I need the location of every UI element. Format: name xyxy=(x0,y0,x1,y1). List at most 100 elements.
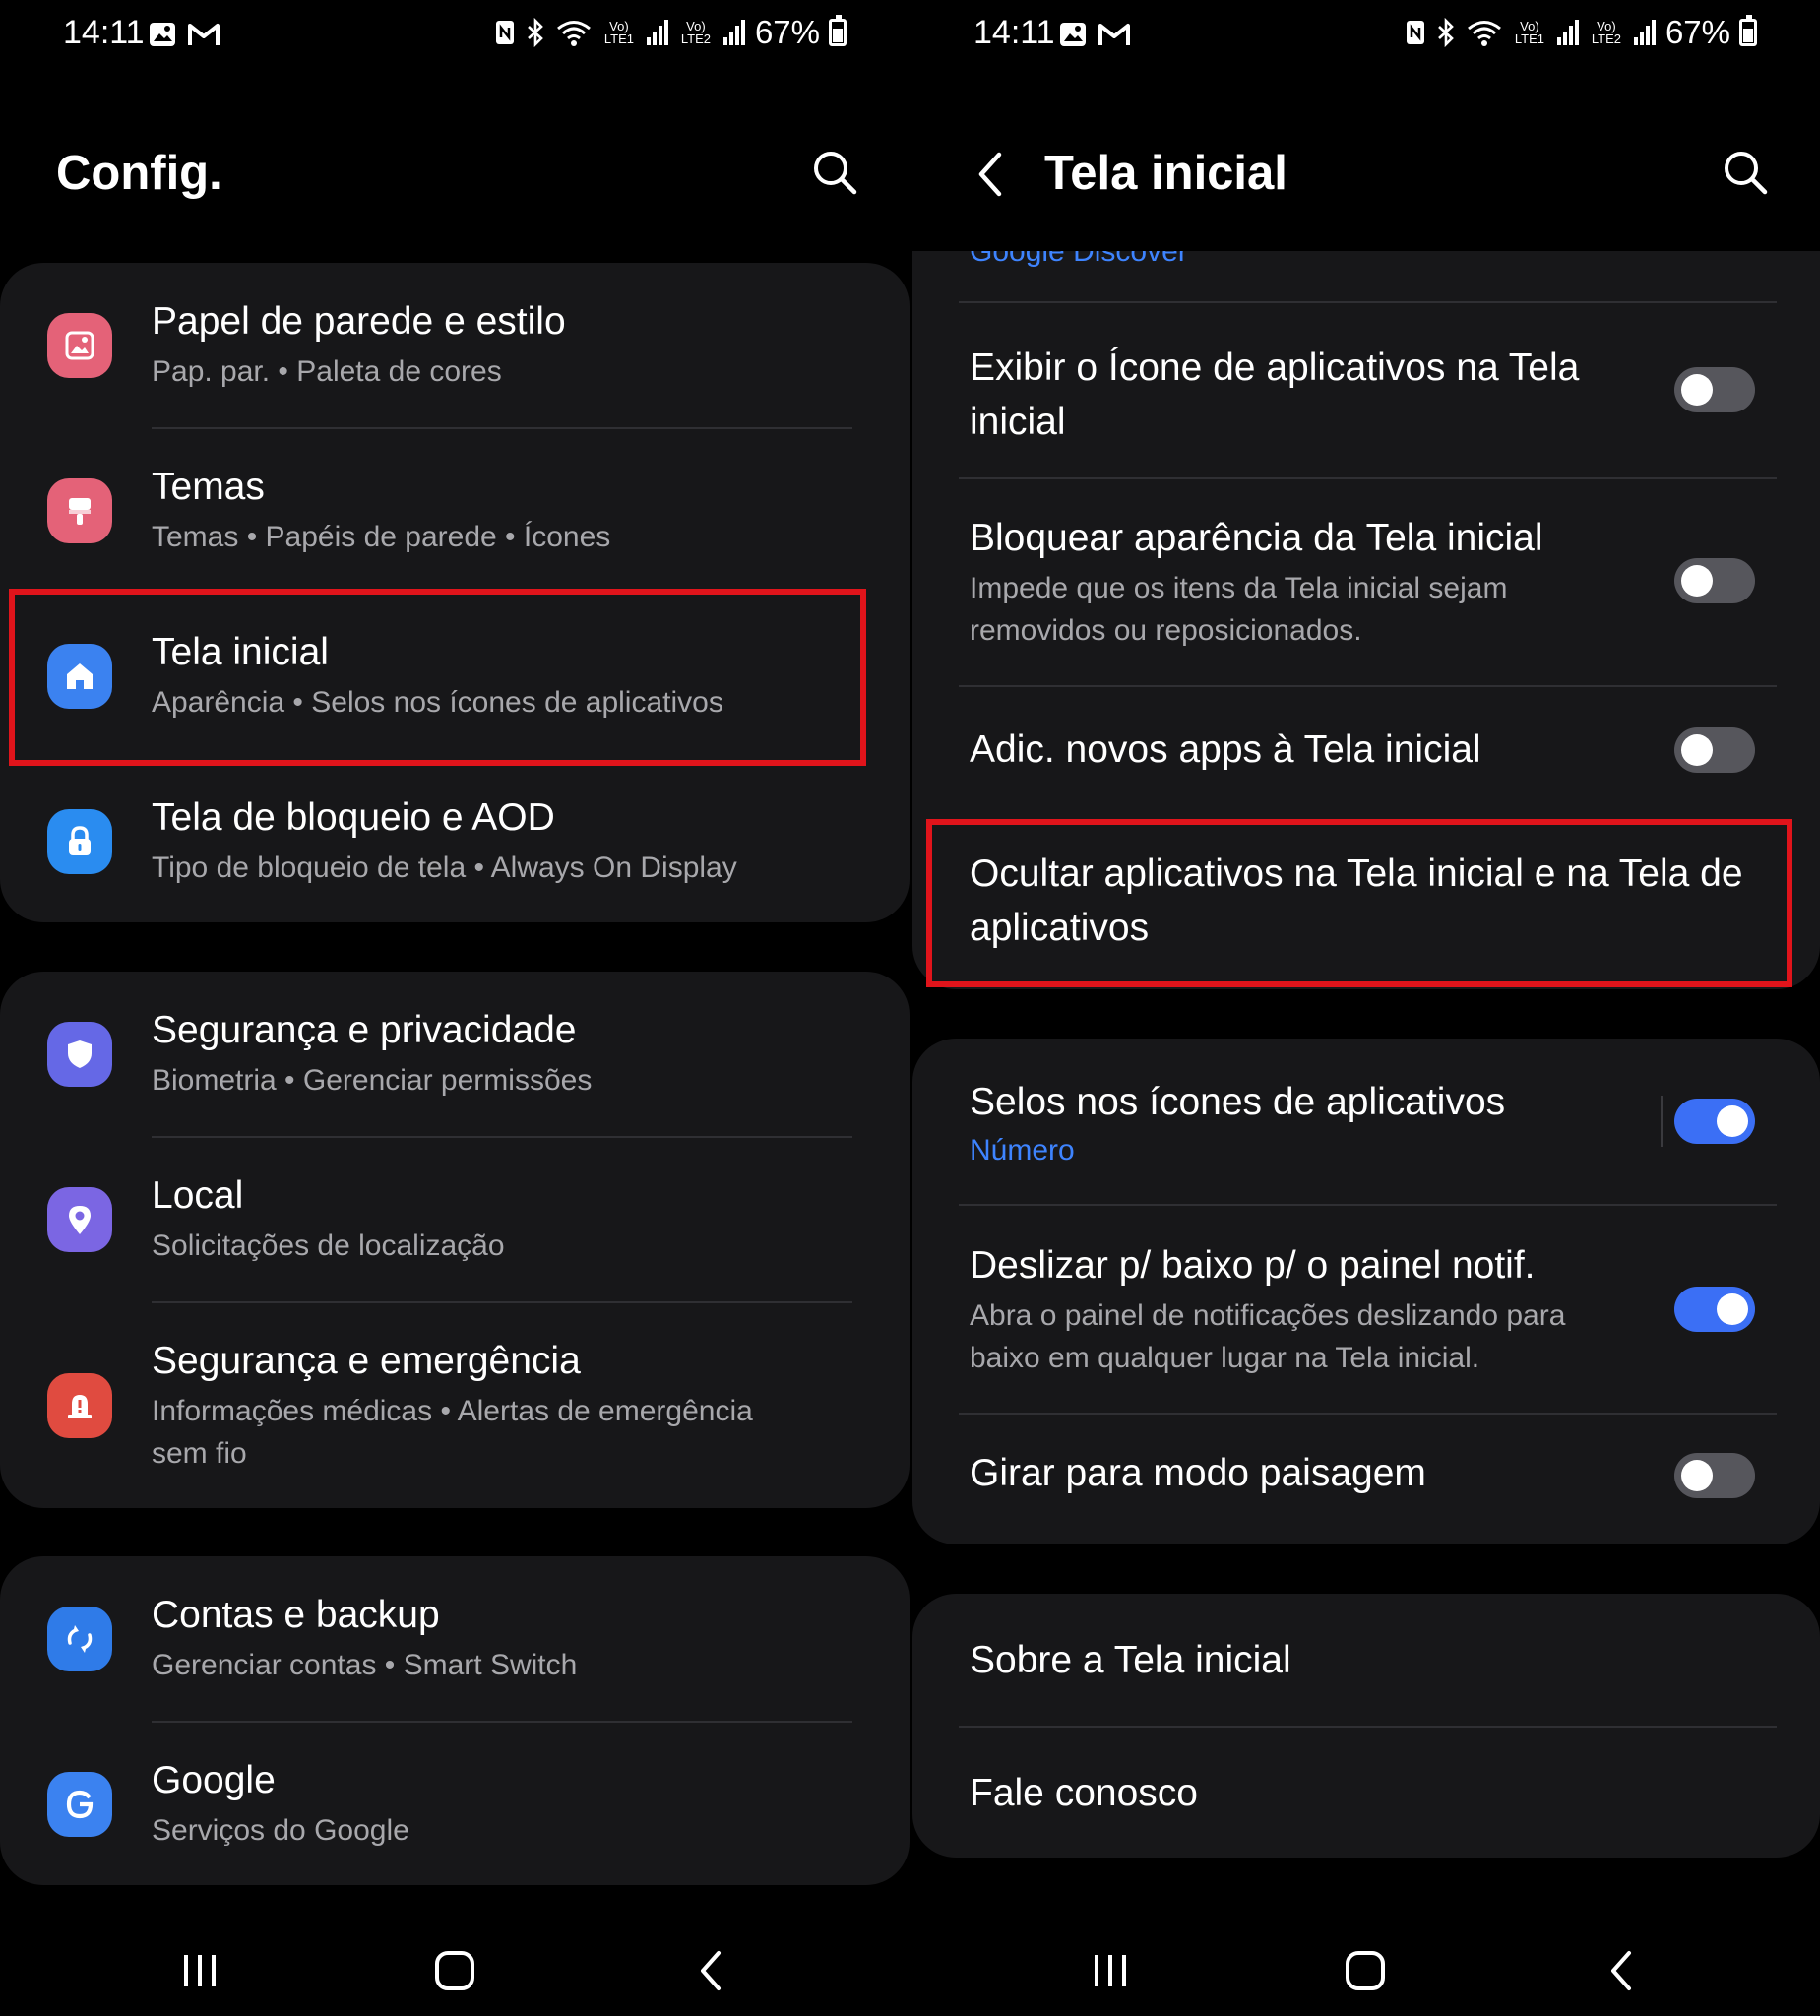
setting-title: Bloquear aparência da Tela inicial xyxy=(970,517,1543,559)
back-icon[interactable] xyxy=(1592,1941,1651,2000)
highlight-box xyxy=(926,819,1792,987)
wallpaper-icon xyxy=(47,313,112,378)
battery-percent: 67% xyxy=(754,14,820,50)
settings-item-google[interactable]: Google Serviços do Google xyxy=(0,1722,910,1885)
settings-item-title: Segurança e emergência xyxy=(152,1340,581,1382)
gallery-icon xyxy=(150,23,175,46)
nfc-icon xyxy=(495,21,514,44)
lock-icon xyxy=(47,809,112,874)
settings-item-security-privacy[interactable]: Segurança e privacidade Biometria • Gere… xyxy=(0,972,910,1137)
settings-item-subtitle: Informações médicas • Alertas de emergên… xyxy=(152,1395,753,1427)
settings-item-title: Temas xyxy=(152,466,265,508)
settings-item-safety-emergency[interactable]: Segurança e emergência Informações médic… xyxy=(0,1302,910,1508)
setting-subtitle: Impede que os itens da Tela inicial seja… xyxy=(970,572,1508,647)
settings-item-subtitle: Gerenciar contas • Smart Switch xyxy=(152,1649,578,1681)
swipe-down-notifications-toggle[interactable] xyxy=(1674,1287,1755,1332)
settings-item-subtitle: Solicitações de localização xyxy=(152,1229,505,1262)
bluetooth-icon xyxy=(528,18,543,47)
settings-item-title: Google xyxy=(152,1759,276,1801)
nfc-icon xyxy=(1406,21,1424,44)
home-settings-group-3: Sobre a Tela inicial Fale conosco xyxy=(912,1594,1820,1858)
settings-item-location[interactable]: Local Solicitações de localização xyxy=(0,1137,910,1302)
setting-lock-layout[interactable]: Bloquear aparência da Tela inicial Imped… xyxy=(912,478,1820,685)
badge-style-link: Número xyxy=(970,1134,1075,1166)
recent-apps-icon[interactable] xyxy=(170,1941,229,2000)
search-icon[interactable] xyxy=(810,148,859,197)
toggle-separator xyxy=(1661,1096,1663,1147)
settings-group-accounts: Contas e backup Gerenciar contas • Smart… xyxy=(0,1556,910,1885)
lte2-label: Vo) LTE2 xyxy=(680,19,711,46)
signal-icon xyxy=(1556,20,1579,45)
recent-apps-icon[interactable] xyxy=(1081,1941,1140,2000)
back-arrow-icon[interactable] xyxy=(970,145,1009,204)
settings-item-wallpaper[interactable]: Papel de parede e estilo Pap. par. • Pal… xyxy=(0,263,910,428)
signal-icon xyxy=(722,20,745,45)
signal-icon xyxy=(1633,20,1656,45)
page-title: Config. xyxy=(56,147,222,200)
setting-contact-us[interactable]: Fale conosco xyxy=(912,1727,1820,1858)
setting-app-icon-badges[interactable]: Selos nos ícones de aplicativos Número xyxy=(912,1039,1820,1204)
settings-item-title: Local xyxy=(152,1174,244,1217)
settings-item-subtitle: Biometria • Gerenciar permissões xyxy=(152,1064,593,1097)
show-apps-button-toggle[interactable] xyxy=(1674,367,1755,412)
google-discover-link[interactable]: Google Discover xyxy=(970,251,1188,269)
gmail-icon xyxy=(1098,24,1130,45)
settings-item-title: Contas e backup xyxy=(152,1594,440,1636)
bluetooth-icon xyxy=(1438,18,1454,47)
setting-add-new-apps[interactable]: Adic. novos apps à Tela inicial xyxy=(912,686,1820,814)
rotate-landscape-toggle[interactable] xyxy=(1674,1453,1755,1498)
setting-rotate-landscape[interactable]: Girar para modo paisagem xyxy=(912,1414,1820,1544)
settings-item-themes[interactable]: Temas Temas • Papéis de parede • Ícones xyxy=(0,428,910,594)
setting-subtitle: Abra o painel de notificações deslizando… xyxy=(970,1299,1566,1374)
sync-icon xyxy=(47,1606,112,1671)
setting-title: Deslizar p/ baixo p/ o painel notif. xyxy=(970,1244,1536,1287)
navigation-bar xyxy=(910,1920,1820,2016)
settings-item-subtitle: Temas • Papéis de parede • Ícones xyxy=(152,521,611,553)
gallery-icon xyxy=(1060,23,1086,46)
location-pin-icon xyxy=(47,1187,112,1252)
settings-item-subtitle: sem fio xyxy=(152,1437,247,1470)
settings-item-subtitle: Serviços do Google xyxy=(152,1814,409,1847)
setting-title: Exibir o Ícone de aplicativos na Tela in… xyxy=(970,346,1580,443)
settings-group-security: Segurança e privacidade Biometria • Gere… xyxy=(0,972,910,1508)
status-bar: 14:11 Vo) LTE1 Vo) LTE2 67% xyxy=(910,0,1820,73)
settings-item-subtitle: Tipo de bloqueio de tela • Always On Dis… xyxy=(152,851,737,884)
lte1-label: Vo) LTE1 xyxy=(1514,19,1544,46)
battery-icon xyxy=(829,15,847,46)
search-icon[interactable] xyxy=(1721,148,1770,197)
setting-title: Sobre a Tela inicial xyxy=(970,1639,1291,1681)
setting-about-home[interactable]: Sobre a Tela inicial xyxy=(912,1594,1820,1726)
home-settings-group-2: Selos nos ícones de aplicativos Número D… xyxy=(912,1039,1820,1544)
add-new-apps-toggle[interactable] xyxy=(1674,727,1755,773)
gmail-icon xyxy=(188,24,220,45)
settings-item-title: Papel de parede e estilo xyxy=(152,300,566,343)
wifi-icon xyxy=(1467,21,1501,46)
lte2-label: Vo) LTE2 xyxy=(1591,19,1621,46)
navigation-bar xyxy=(0,1920,910,2016)
back-icon[interactable] xyxy=(681,1941,740,2000)
setting-title: Girar para modo paisagem xyxy=(970,1452,1426,1494)
app-icon-badges-toggle[interactable] xyxy=(1674,1099,1755,1144)
settings-item-lock-screen[interactable]: Tela de bloqueio e AOD Tipo de bloqueio … xyxy=(0,759,910,922)
home-button-icon[interactable] xyxy=(425,1941,484,2000)
status-time: 14:11 xyxy=(973,14,1055,51)
setting-title: Fale conosco xyxy=(970,1772,1198,1814)
signal-icon xyxy=(646,20,668,45)
home-screen-settings: 14:11 Vo) LTE1 Vo) LTE2 67% Tela inicial G… xyxy=(910,0,1820,2016)
themes-brush-icon xyxy=(47,478,112,543)
setting-title: Selos nos ícones de aplicativos xyxy=(970,1081,1506,1123)
wifi-icon xyxy=(556,21,591,46)
setting-swipe-down-notifications[interactable]: Deslizar p/ baixo p/ o painel notif. Abr… xyxy=(912,1205,1820,1413)
page-title: Tela inicial xyxy=(1044,147,1287,200)
lte1-label: Vo) LTE1 xyxy=(603,19,634,46)
google-icon xyxy=(47,1772,112,1837)
emergency-icon xyxy=(47,1373,112,1438)
setting-title: Adic. novos apps à Tela inicial xyxy=(970,728,1481,771)
setting-show-apps-button[interactable]: Exibir o Ícone de aplicativos na Tela in… xyxy=(912,302,1820,477)
settings-item-accounts-backup[interactable]: Contas e backup Gerenciar contas • Smart… xyxy=(0,1556,910,1722)
battery-icon xyxy=(1739,15,1757,46)
lock-layout-toggle[interactable] xyxy=(1674,558,1755,603)
status-time: 14:11 xyxy=(63,14,145,51)
shield-icon xyxy=(47,1022,112,1087)
home-button-icon[interactable] xyxy=(1336,1941,1395,2000)
